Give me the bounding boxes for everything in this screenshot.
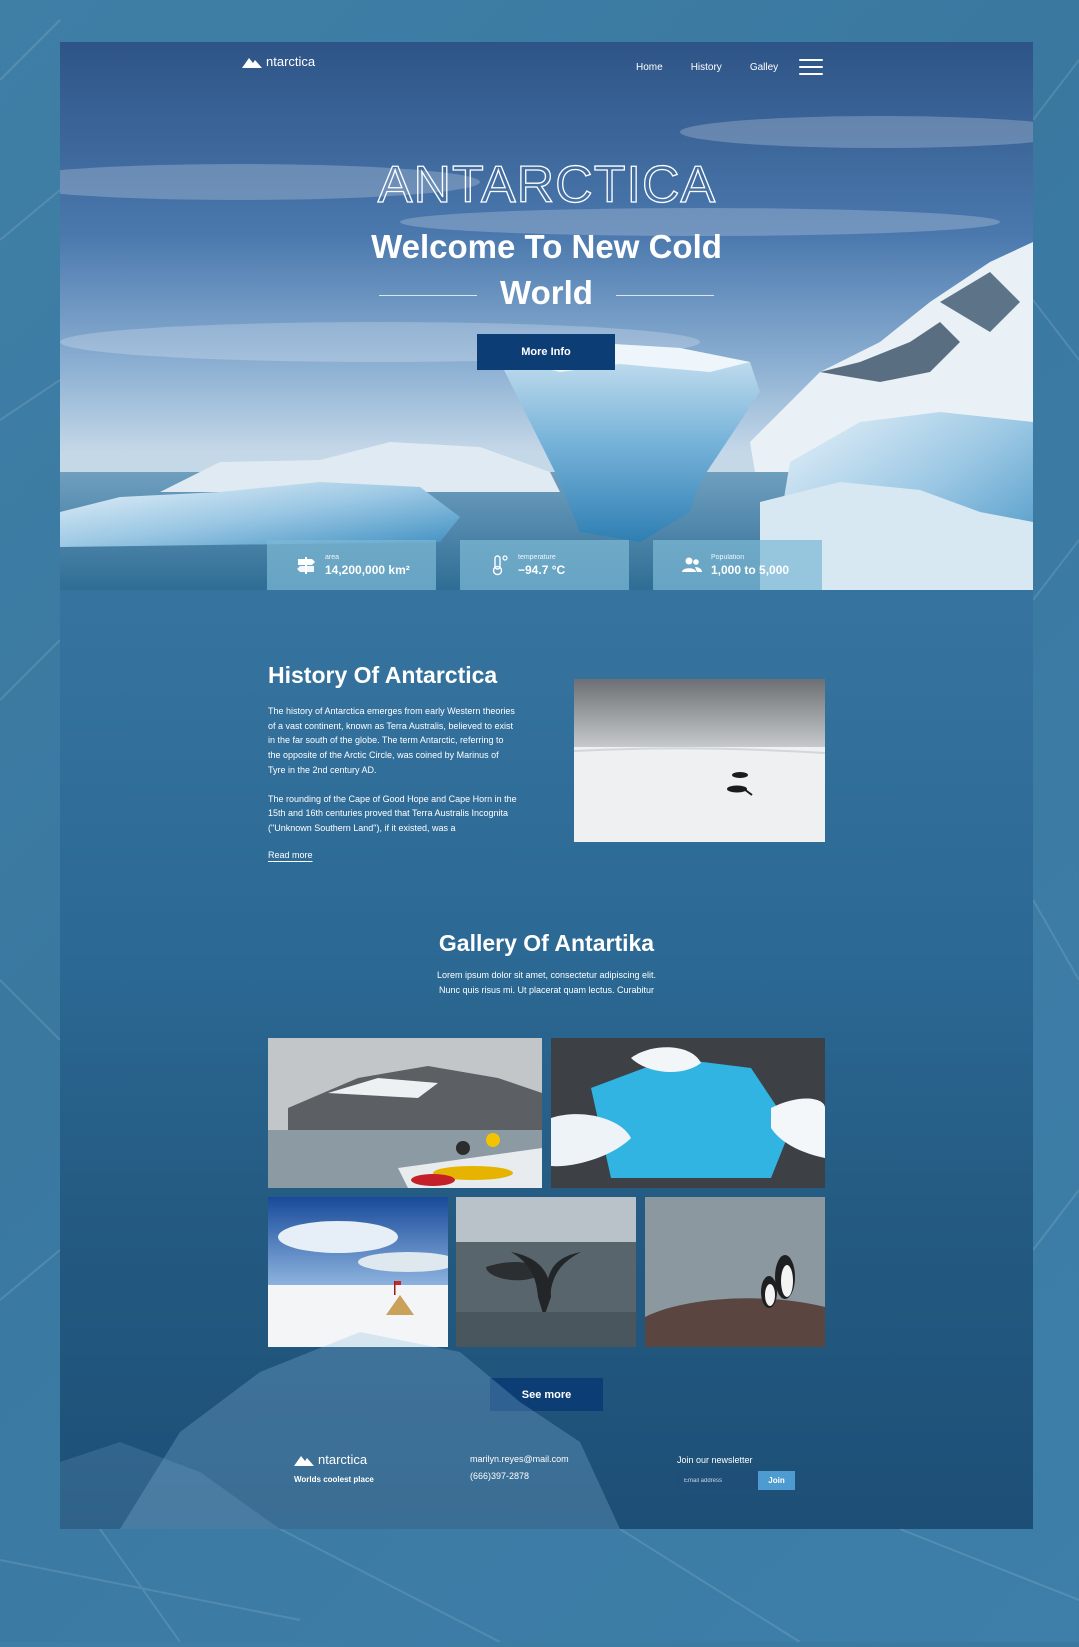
newsletter-email-input[interactable] xyxy=(677,1471,758,1490)
footer-iceberg-decoration xyxy=(60,1332,620,1529)
nav-history[interactable]: History xyxy=(691,62,722,73)
stat-area: area 14,200,000 km² xyxy=(267,540,436,590)
gallery-title: Gallery Of Antartika xyxy=(438,930,655,956)
stat-value: 1,000 to 5,000 xyxy=(711,562,790,577)
stat-value: −94.7 °C xyxy=(518,562,566,577)
stat-population: Population 1,000 to 5,000 xyxy=(653,540,822,590)
history-text: The history of Antarctica emerges from e… xyxy=(268,704,518,850)
gallery-image-kayakers[interactable] xyxy=(268,1038,542,1188)
history-paragraph: The rounding of the Cape of Good Hope an… xyxy=(268,793,517,833)
stat-value: 14,200,000 km² xyxy=(325,562,410,577)
gallery-subtitle: Lorem ipsum dolor sit amet, consectetur … xyxy=(60,968,1033,997)
welcome-line2: World xyxy=(500,274,593,311)
mountain-icon xyxy=(294,1455,314,1466)
menu-icon[interactable] xyxy=(799,59,823,75)
gallery-subtitle-line: Nunc quis risus mi. Ut placerat quam lec… xyxy=(438,984,655,995)
stat-label: area xyxy=(325,553,340,561)
stat-label: Population xyxy=(711,553,745,561)
landing-page: ntarctica Home History Galley ANTARCTICA… xyxy=(60,42,1033,1529)
more-info-button[interactable]: More Info xyxy=(477,334,615,370)
brand-name: ntarctica xyxy=(266,54,316,69)
people-icon xyxy=(682,557,702,572)
read-more-link[interactable]: Read more xyxy=(268,850,313,860)
stat-label: temperature xyxy=(518,553,556,561)
thermometer-icon xyxy=(492,555,508,576)
nav-home[interactable]: Home xyxy=(636,62,663,73)
hero-section: ntarctica Home History Galley ANTARCTICA… xyxy=(60,42,1033,590)
footer-phone[interactable]: (666)397-2878 xyxy=(470,1471,529,1481)
mountain-icon xyxy=(242,57,262,68)
brand-logo[interactable]: ntarctica xyxy=(242,54,315,69)
footer-brand-name: ntarctica xyxy=(318,1452,368,1467)
newsletter-label: Join our newsletter xyxy=(677,1455,753,1465)
nav-gallery[interactable]: Galley xyxy=(750,62,778,73)
signpost-icon xyxy=(297,557,315,574)
hero-title-outline: ANTARCTICA xyxy=(377,155,716,214)
welcome-line1: Welcome To New Cold xyxy=(371,228,722,265)
gallery-subtitle-line: Lorem ipsum dolor sit amet, consectetur … xyxy=(436,970,657,980)
history-paragraph: The history of Antarctica emerges from e… xyxy=(268,706,515,775)
svg-text:ANTARCTICA: ANTARCTICA xyxy=(377,156,715,214)
gallery-image-turquoise-ice[interactable] xyxy=(551,1038,825,1188)
divider-left xyxy=(378,294,477,296)
footer-logo[interactable]: ntarctica xyxy=(294,1452,367,1467)
hero-welcome-heading: Welcome To New Cold World xyxy=(60,224,1033,316)
history-title: History Of Antarctica xyxy=(268,662,498,688)
footer-email[interactable]: marilyn.reyes@mail.com xyxy=(470,1454,569,1464)
divider-right xyxy=(616,294,715,296)
hero-title: ANTARCTICA xyxy=(60,152,1033,219)
stats-bar: area 14,200,000 km² temperature −94.7 °C xyxy=(267,540,822,590)
penguins-on-snow-image xyxy=(574,679,825,842)
welcome-line2-row: World xyxy=(60,270,1033,316)
newsletter-join-button[interactable]: Join xyxy=(758,1471,795,1490)
iceberg-hero-image xyxy=(60,42,1033,590)
main-nav: Home History Galley xyxy=(636,62,778,73)
footer-tagline: Worlds coolest place xyxy=(294,1475,374,1484)
stat-temperature: temperature −94.7 °C xyxy=(460,540,629,590)
